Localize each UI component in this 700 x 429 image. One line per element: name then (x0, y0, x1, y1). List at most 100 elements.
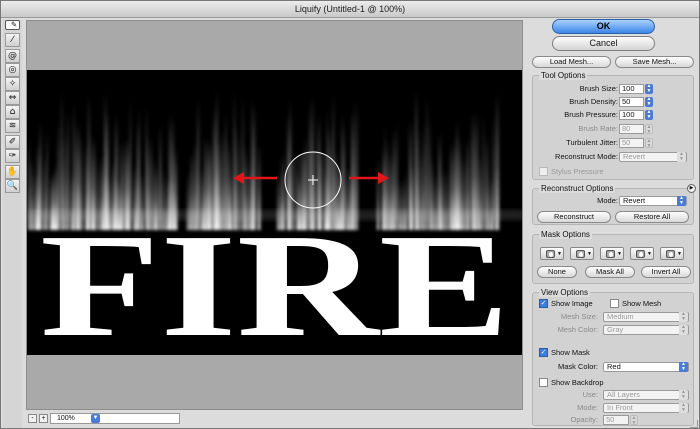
invert-all-button[interactable]: Invert All (641, 266, 691, 278)
backdrop-mode-label: Mode: (577, 403, 598, 412)
mask-add-icon (576, 250, 585, 258)
turbulent-jitter-field[interactable]: 50 (619, 138, 644, 148)
fire-artwork: FIRE (27, 90, 522, 355)
window-title: Liquify (Untitled-1 @ 100%) (1, 1, 699, 18)
mask-intersect-icon (636, 250, 645, 258)
fire-text: FIRE (40, 204, 510, 355)
mask-color-select[interactable]: Red ▲ ▼ (603, 362, 689, 372)
mask-none-button[interactable]: None (537, 266, 577, 278)
brush-density-stepper[interactable]: ▲ ▼ (645, 97, 653, 107)
mask-invert-icon (666, 250, 675, 258)
select-arrow-icon: ▲ ▼ (677, 196, 686, 206)
zoom-out-button[interactable]: - (28, 414, 37, 423)
mask-intersect-button[interactable]: ▼ (630, 247, 654, 260)
pucker-icon[interactable]: ◎ (5, 63, 20, 77)
turbulence-icon[interactable]: ≋ (5, 119, 20, 133)
stylus-pressure-label: Stylus Pressure (551, 167, 604, 176)
brush-rate-label: Brush Rate: (578, 124, 618, 133)
select-arrow-icon: ▲ ▼ (679, 325, 688, 335)
mask-invert-button[interactable]: ▼ (660, 247, 684, 260)
tool-strip: ✎ ⁄ @ ◎ ✧ ⇔ ⌂ ≋ ✐ ✑ ✋ 🔍 (3, 20, 22, 428)
turbulent-jitter-label: Turbulent Jitter: (566, 138, 618, 147)
show-image-checkbox[interactable]: ✓ (539, 299, 548, 308)
chevron-down-icon[interactable]: ▼ (91, 414, 100, 423)
show-mask-checkbox[interactable]: ✓ (539, 348, 548, 357)
mesh-size-label: Mesh Size: (560, 312, 598, 321)
view-options-title: View Options (539, 288, 590, 297)
options-panel: OK Cancel Load Mesh... Save Mesh... Tool… (528, 18, 699, 428)
preview-canvas[interactable]: FIRE (26, 20, 523, 410)
load-mesh-button[interactable]: Load Mesh... (532, 56, 611, 68)
use-select[interactable]: All Layers ▲ ▼ (603, 390, 689, 400)
select-arrow-icon: ▲ ▼ (679, 390, 688, 400)
panel-menu-icon[interactable]: ▶ (687, 184, 696, 193)
show-backdrop-checkbox[interactable] (539, 378, 548, 387)
opacity-field[interactable]: 50 (603, 415, 629, 425)
status-bar: - + 100% ▼ (26, 411, 523, 428)
brush-rate-field[interactable]: 80 (619, 124, 644, 134)
zoom-icon[interactable]: 🔍 (5, 179, 20, 193)
zoom-level-field[interactable]: 100% ▼ (50, 413, 180, 424)
mask-all-button[interactable]: Mask All (585, 266, 635, 278)
mesh-color-value: Gray (607, 325, 624, 334)
reconstruct-mode-value: Revert (623, 152, 646, 161)
reconstruct-options-mode-value: Revert (623, 196, 646, 205)
backdrop-mode-value: In Front (607, 403, 633, 412)
mirror-icon[interactable]: ⌂ (5, 105, 20, 119)
reconstruct-mode-select[interactable]: Revert ▲ ▼ (619, 152, 687, 162)
push-left-icon[interactable]: ⇔ (5, 91, 20, 105)
restore-all-button[interactable]: Restore All (615, 211, 689, 223)
brush-pressure-field[interactable]: 100 (619, 110, 644, 120)
reconstruct-options-title: Reconstruct Options (539, 184, 616, 193)
mask-replace-button[interactable]: ▼ (540, 247, 564, 260)
zoom-in-button[interactable]: + (39, 414, 48, 423)
reconstruct-icon[interactable]: ⁄ (5, 33, 20, 47)
mesh-color-select[interactable]: Gray ▲ ▼ (603, 325, 689, 335)
brush-pressure-stepper[interactable]: ▲ ▼ (645, 110, 653, 120)
brush-density-field[interactable]: 50 (619, 97, 644, 107)
tool-options-group: Tool Options Brush Size: 100 ▲ ▼ Brush De… (532, 71, 694, 180)
resize-grip-icon[interactable] (690, 420, 698, 428)
tool-options-title: Tool Options (539, 71, 588, 80)
brush-rate-stepper[interactable]: ▲ ▼ (645, 124, 653, 135)
mask-replace-icon (546, 250, 555, 258)
turbulent-jitter-stepper[interactable]: ▲ ▼ (645, 138, 653, 149)
freeze-mask-icon[interactable]: ✐ (5, 135, 20, 149)
reconstruct-options-mode-select[interactable]: Revert ▲ ▼ (619, 196, 687, 206)
forward-warp-icon[interactable]: ✎ (5, 20, 20, 30)
save-mesh-button[interactable]: Save Mesh... (615, 56, 694, 68)
mesh-size-select[interactable]: Medium ▲ ▼ (603, 312, 689, 322)
mask-add-button[interactable]: ▼ (570, 247, 594, 260)
thaw-mask-icon[interactable]: ✑ (5, 149, 20, 163)
brush-size-stepper[interactable]: ▲ ▼ (645, 84, 653, 94)
reconstruct-button[interactable]: Reconstruct (537, 211, 611, 223)
hand-icon[interactable]: ✋ (5, 165, 20, 179)
bloat-icon[interactable]: ✧ (5, 77, 20, 91)
opacity-label: Opacity: (570, 415, 598, 424)
ok-button[interactable]: OK (552, 19, 655, 34)
cancel-button[interactable]: Cancel (552, 36, 655, 51)
mask-subtract-icon (606, 250, 615, 258)
preview-image[interactable]: FIRE (27, 70, 522, 355)
twirl-icon[interactable]: @ (5, 49, 20, 63)
mask-subtract-button[interactable]: ▼ (600, 247, 624, 260)
show-mask-label: Show Mask (551, 348, 590, 357)
select-arrow-icon: ▲ ▼ (677, 152, 686, 162)
select-arrow-icon: ▲ ▼ (679, 362, 688, 372)
mesh-color-label: Mesh Color: (557, 325, 598, 334)
mask-options-group: Mask Options ▼ ▼ ▼ ▼ ▼ None Mask All Inv… (532, 230, 694, 284)
show-mesh-label: Show Mesh (622, 299, 662, 308)
select-arrow-icon: ▲ ▼ (679, 403, 688, 413)
show-mesh-checkbox[interactable] (610, 299, 619, 308)
zoom-level-value: 100% (57, 415, 75, 422)
backdrop-mode-select[interactable]: In Front ▲ ▼ (603, 403, 689, 413)
brush-density-label: Brush Density: (569, 97, 618, 106)
mask-options-title: Mask Options (539, 230, 592, 239)
stylus-pressure-checkbox[interactable] (539, 167, 548, 176)
brush-size-field[interactable]: 100 (619, 84, 644, 94)
liquify-window: Liquify (Untitled-1 @ 100%) ✎ ⁄ @ ◎ ✧ ⇔ … (0, 0, 700, 429)
opacity-stepper[interactable]: ▲ ▼ (630, 415, 638, 426)
view-options-group: View Options ✓ Show Image Show Mesh Mesh… (532, 288, 694, 426)
brush-size-label: Brush Size: (579, 84, 618, 93)
use-label: Use: (582, 390, 598, 399)
